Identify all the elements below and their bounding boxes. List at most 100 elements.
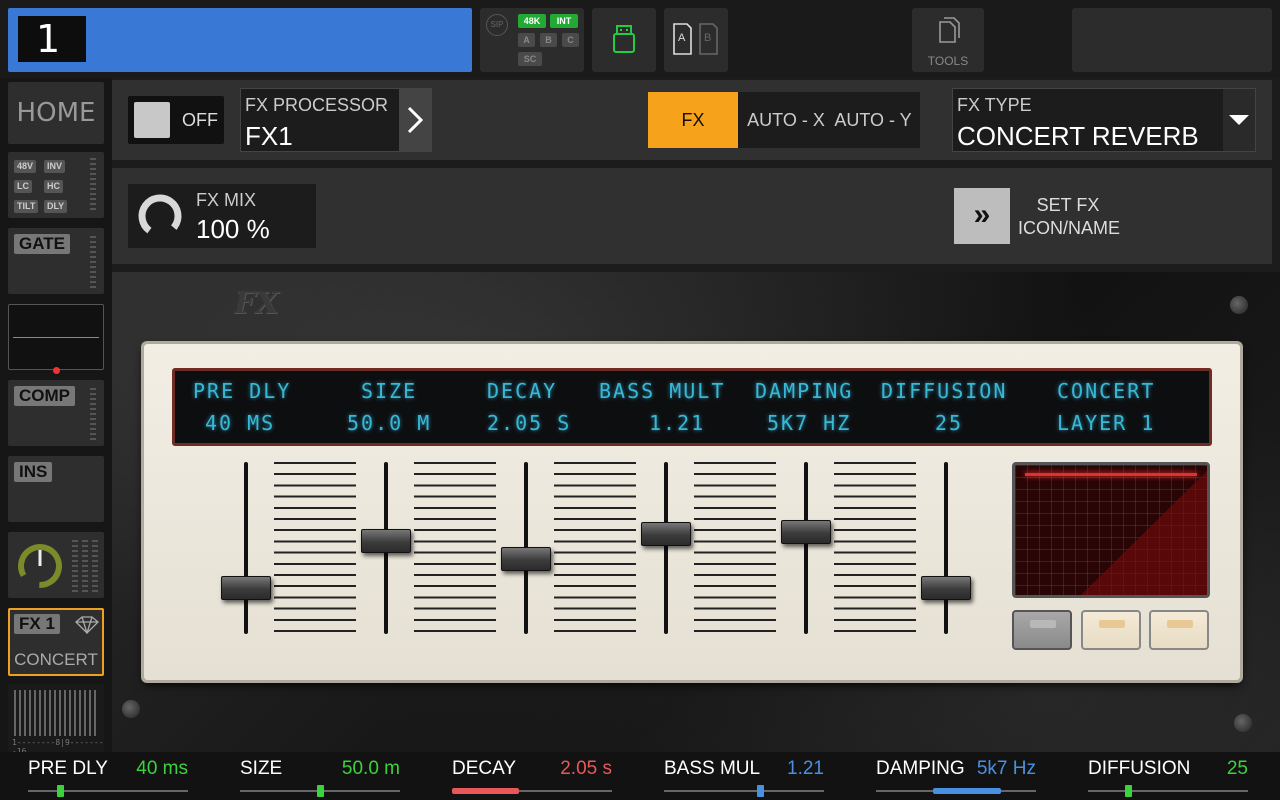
mode-auto-y-tab[interactable]: AUTO - Y bbox=[828, 92, 918, 148]
layer-1-led bbox=[1030, 620, 1056, 628]
lcd-header-diffusion: DIFFUSION bbox=[881, 379, 1008, 403]
pan-meter-l bbox=[72, 540, 78, 592]
xy-pad[interactable] bbox=[1012, 462, 1210, 598]
top-bar: 1 SIP 48K INT A B C SC A B TOOLS bbox=[0, 0, 1280, 78]
toggle-label: OFF bbox=[182, 110, 218, 130]
gate-block[interactable]: GATE bbox=[8, 228, 104, 294]
mix-knob-icon bbox=[138, 194, 182, 238]
mode-auto-x-tab[interactable]: AUTO - X bbox=[744, 92, 828, 148]
lcd-value-bass-mult: 1.21 bbox=[649, 411, 706, 435]
fader-scale-pre-delay bbox=[274, 462, 356, 634]
pan-block[interactable] bbox=[8, 532, 104, 598]
lcd-value-size: 50.0 M bbox=[347, 411, 432, 435]
layer-2-led bbox=[1099, 620, 1125, 628]
clock-source-badge: INT bbox=[550, 14, 578, 28]
parameter-bar: PRE DLY 40 ms SIZE 50.0 m DECAY 2.05 s BASS MU… bbox=[0, 752, 1280, 800]
lcd-value-diffusion: 25 bbox=[935, 411, 964, 435]
param-slider-handle[interactable] bbox=[757, 785, 764, 797]
fader-cap-damping[interactable] bbox=[781, 520, 831, 544]
fader-cap-diffusion[interactable] bbox=[921, 576, 971, 600]
param-name: DAMPING bbox=[876, 758, 965, 779]
next-processor-button[interactable] bbox=[399, 89, 431, 151]
usb-button[interactable] bbox=[592, 8, 656, 72]
param-size[interactable]: SIZE 50.0 m bbox=[212, 752, 408, 800]
param-slider-fill[interactable] bbox=[933, 788, 1001, 794]
scene-display[interactable] bbox=[1072, 8, 1272, 72]
home-button[interactable]: HOME bbox=[8, 82, 104, 144]
param-slider-track[interactable] bbox=[1088, 790, 1248, 792]
layer-1-button[interactable] bbox=[1012, 610, 1072, 650]
param-diffusion[interactable]: DIFFUSION 25 bbox=[1060, 752, 1256, 800]
param-slider-handle[interactable] bbox=[57, 785, 64, 797]
tilt-tag: TILT bbox=[14, 200, 39, 213]
tools-button[interactable]: TOOLS bbox=[912, 8, 984, 72]
param-slider-handle[interactable] bbox=[317, 785, 324, 797]
param-slider-track[interactable] bbox=[28, 790, 188, 792]
bus-meters bbox=[14, 690, 98, 736]
fx-type-selector[interactable]: FX TYPE CONCERT REVERB bbox=[952, 88, 1256, 152]
documents-icon bbox=[939, 17, 960, 43]
param-decay[interactable]: DECAY 2.05 s bbox=[424, 752, 620, 800]
lcd-header-decay: DECAY bbox=[487, 379, 558, 403]
param-damping[interactable]: DAMPING 5k7 Hz bbox=[848, 752, 1044, 800]
param-slider-track[interactable] bbox=[664, 790, 824, 792]
fx1-tag: FX 1 bbox=[14, 614, 60, 634]
fx-mix-value: 100 % bbox=[196, 214, 270, 244]
fader-cap-bass-mult[interactable] bbox=[641, 522, 691, 546]
insert-block[interactable]: INS bbox=[8, 456, 104, 522]
fx-type-dropdown-button[interactable] bbox=[1223, 89, 1255, 151]
lcd-value-damping: 5K7 HZ bbox=[767, 411, 852, 435]
fx-type-caption: FX TYPE bbox=[957, 95, 1032, 115]
mode-fx-tab[interactable]: FX bbox=[648, 92, 738, 148]
fx-mix-row: FX MIX 100 % » SET FX ICON/NAME bbox=[112, 168, 1272, 264]
fx1-slot[interactable]: FX 1 CONCERT bbox=[8, 608, 104, 676]
chevron-down-icon bbox=[1229, 115, 1249, 125]
channel-name-strip[interactable]: 1 bbox=[8, 8, 472, 72]
status-panel[interactable]: SIP 48K INT A B C SC bbox=[480, 8, 584, 72]
param-value: 2.05 s bbox=[560, 758, 612, 779]
fader-cap-decay[interactable] bbox=[501, 547, 551, 571]
screw-icon bbox=[1230, 296, 1248, 314]
lcd-value-pre-delay: 40 MS bbox=[205, 411, 276, 435]
card-a-label: A bbox=[678, 32, 686, 44]
set-fx-label-line2: ICON/NAME bbox=[1018, 218, 1121, 238]
sidechain-badge: SC bbox=[518, 52, 542, 66]
lowcut-tag: LC bbox=[14, 180, 32, 193]
fader-scale-bass-mult bbox=[694, 462, 776, 634]
card-b-label: B bbox=[704, 32, 712, 44]
eq-block[interactable] bbox=[8, 304, 104, 374]
layer-3-led bbox=[1167, 620, 1193, 628]
comp-block[interactable]: COMP bbox=[8, 380, 104, 446]
param-slider-handle[interactable] bbox=[1125, 785, 1132, 797]
fader-cap-size[interactable] bbox=[361, 529, 411, 553]
fx-on-off-toggle[interactable]: OFF bbox=[128, 96, 224, 144]
param-pre-dly[interactable]: PRE DLY 40 ms bbox=[0, 752, 196, 800]
fader-cap-pre-delay[interactable] bbox=[221, 576, 271, 600]
bus-meter-block[interactable]: 1--------8|9--------16 bbox=[8, 684, 104, 756]
eq-curve bbox=[13, 337, 99, 338]
param-value: 25 bbox=[1226, 758, 1248, 779]
preamp-block[interactable]: 48V INV LC HC TILT DLY bbox=[8, 152, 104, 218]
processor-caption: FX PROCESSOR bbox=[245, 95, 389, 115]
channel-sidebar: HOME 48V INV LC HC TILT DLY GATE COMP IN… bbox=[0, 78, 112, 756]
pan-meter-sum bbox=[92, 540, 98, 592]
fx-mix-caption: FX MIX bbox=[196, 190, 257, 210]
bus-a-badge: A bbox=[518, 33, 535, 47]
set-fx-label-line1: SET FX bbox=[1036, 195, 1100, 215]
param-slider-fill[interactable] bbox=[452, 788, 519, 794]
set-fx-icon-button[interactable]: » bbox=[954, 188, 1010, 244]
invert-tag: INV bbox=[44, 160, 66, 173]
reverb-plugin-panel: FX PRE DLY SIZE DECAY BASS MULT DAMPING … bbox=[112, 272, 1280, 752]
lcd-value-decay: 2.05 S bbox=[487, 411, 572, 435]
processor-value: FX1 bbox=[245, 121, 293, 151]
layer-2-button[interactable] bbox=[1081, 610, 1141, 650]
fx-mix-control[interactable]: FX MIX 100 % bbox=[128, 184, 316, 248]
layer-3-button[interactable] bbox=[1149, 610, 1209, 650]
param-name: SIZE bbox=[240, 758, 283, 779]
delay-tag: DLY bbox=[44, 200, 68, 213]
pan-knob-icon bbox=[17, 544, 62, 588]
param-bass-mul[interactable]: BASS MUL 1.21 bbox=[636, 752, 832, 800]
comp-tag: COMP bbox=[14, 386, 75, 406]
fx-processor-selector[interactable]: FX PROCESSOR FX1 bbox=[240, 88, 432, 152]
sd-card-button[interactable]: A B bbox=[664, 8, 728, 72]
